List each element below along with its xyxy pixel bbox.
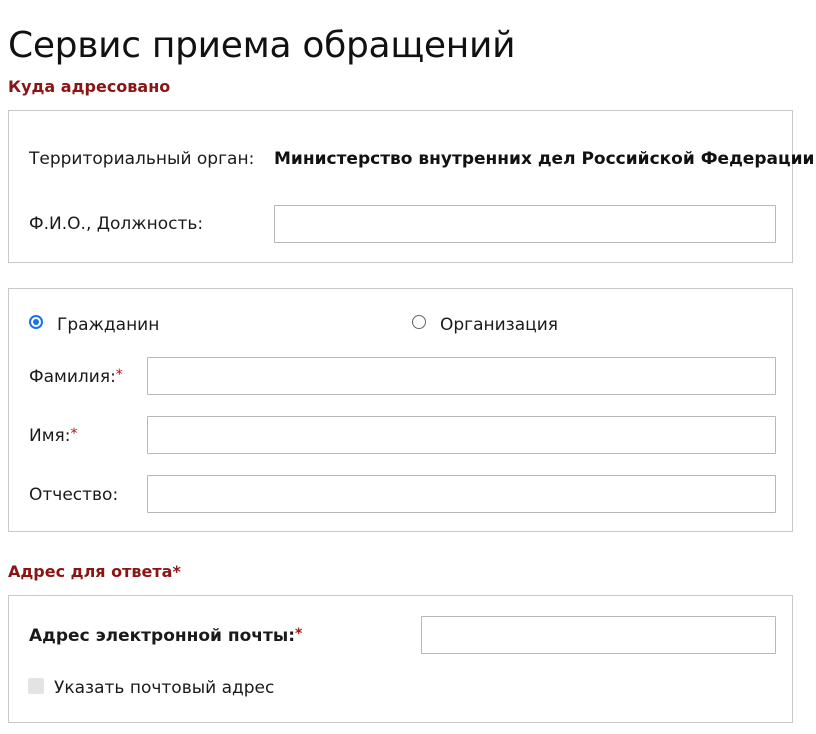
reply-address-section-heading: Адрес для ответа* — [8, 562, 181, 582]
patronymic-input[interactable] — [147, 475, 776, 513]
required-asterisk: * — [295, 626, 302, 642]
email-input[interactable] — [421, 616, 776, 654]
last-name-label: Фамилия:* — [29, 366, 123, 388]
first-name-label-text: Имя: — [29, 426, 71, 446]
organization-radio[interactable] — [412, 315, 426, 329]
patronymic-label: Отчество: — [29, 484, 118, 506]
email-label-text: Адрес электронной почты: — [29, 626, 295, 646]
territorial-body-label: Территориальный орган: — [29, 148, 254, 170]
fio-position-input[interactable] — [274, 205, 776, 243]
reply-address-heading-text: Адрес для ответа — [8, 562, 172, 581]
citizen-radio[interactable] — [29, 315, 43, 329]
required-asterisk: * — [116, 367, 123, 383]
organization-radio-label: Организация — [440, 314, 558, 336]
territorial-body-value: Министерство внутренних дел Российской Ф… — [274, 148, 814, 170]
addressee-section-heading: Куда адресовано — [8, 77, 170, 97]
applicant-type-citizen-option[interactable]: Гражданин — [29, 314, 229, 336]
required-asterisk: * — [172, 562, 180, 581]
postal-address-checkbox[interactable] — [28, 678, 44, 694]
fio-position-label: Ф.И.О., Должность: — [29, 213, 203, 235]
page-title: Сервис приема обращений — [8, 24, 515, 68]
addressee-panel: Территориальный орган: Министерство внут… — [8, 110, 793, 263]
postal-address-checkbox-label: Указать почтовый адрес — [54, 677, 274, 699]
reply-address-panel: Адрес электронной почты:* Указать почтов… — [8, 595, 793, 723]
required-asterisk: * — [71, 426, 78, 442]
applicant-type-organization-option[interactable]: Организация — [412, 314, 612, 336]
applicant-panel: Гражданин Организация Фамилия:* Имя:* От… — [8, 288, 793, 532]
first-name-input[interactable] — [147, 416, 776, 454]
last-name-input[interactable] — [147, 357, 776, 395]
email-label: Адрес электронной почты:* — [29, 625, 302, 647]
postal-address-option[interactable]: Указать почтовый адрес — [28, 677, 288, 699]
first-name-label: Имя:* — [29, 425, 78, 447]
citizen-radio-label: Гражданин — [57, 314, 159, 336]
last-name-label-text: Фамилия: — [29, 367, 116, 387]
